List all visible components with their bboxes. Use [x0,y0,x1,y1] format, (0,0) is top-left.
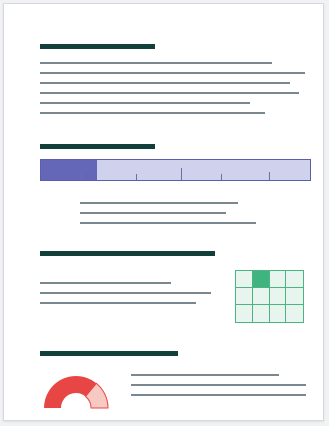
section-3-text-line [40,292,211,294]
section-2-text-line [80,222,256,224]
section-4-text-line [131,374,279,376]
grid-cell [236,271,253,288]
grid-cell [252,305,270,322]
document-page [3,3,324,421]
section-1-heading [40,44,155,49]
grid-cell [236,288,253,305]
gauge-value-segment [44,376,97,408]
progress-tick [181,168,182,180]
grid-cell [286,271,303,288]
grid-widget [235,270,304,323]
section-1-text-line [40,62,272,64]
section-1-text-line [40,92,299,94]
grid-cell [252,271,270,288]
grid-cell [236,305,253,322]
grid-cell [286,288,303,305]
section-3-text-line [40,302,196,304]
section-4-text-line [131,384,306,386]
section-1-text-line [40,112,265,114]
gauge-icon [44,376,109,409]
section-3-heading [40,251,215,256]
grid-cell [286,305,303,322]
progress-tick [81,172,82,180]
progress-bar [40,159,311,181]
grid-cell [269,288,287,305]
section-4-text-line [131,394,306,396]
section-1-text-line [40,72,305,74]
section-1-text-line [40,82,290,84]
section-2-text-line [80,212,226,214]
progress-bar-fill [41,160,98,180]
progress-tick [136,174,137,180]
section-2-heading [40,144,155,149]
grid-cell [269,305,287,322]
progress-tick [221,174,222,180]
grid-cell [269,271,287,288]
section-3-text-line [40,282,171,284]
progress-tick [269,172,270,180]
section-4-heading [40,351,178,356]
section-2-text-line [80,202,238,204]
grid-cell [252,288,270,305]
section-1-text-line [40,102,250,104]
